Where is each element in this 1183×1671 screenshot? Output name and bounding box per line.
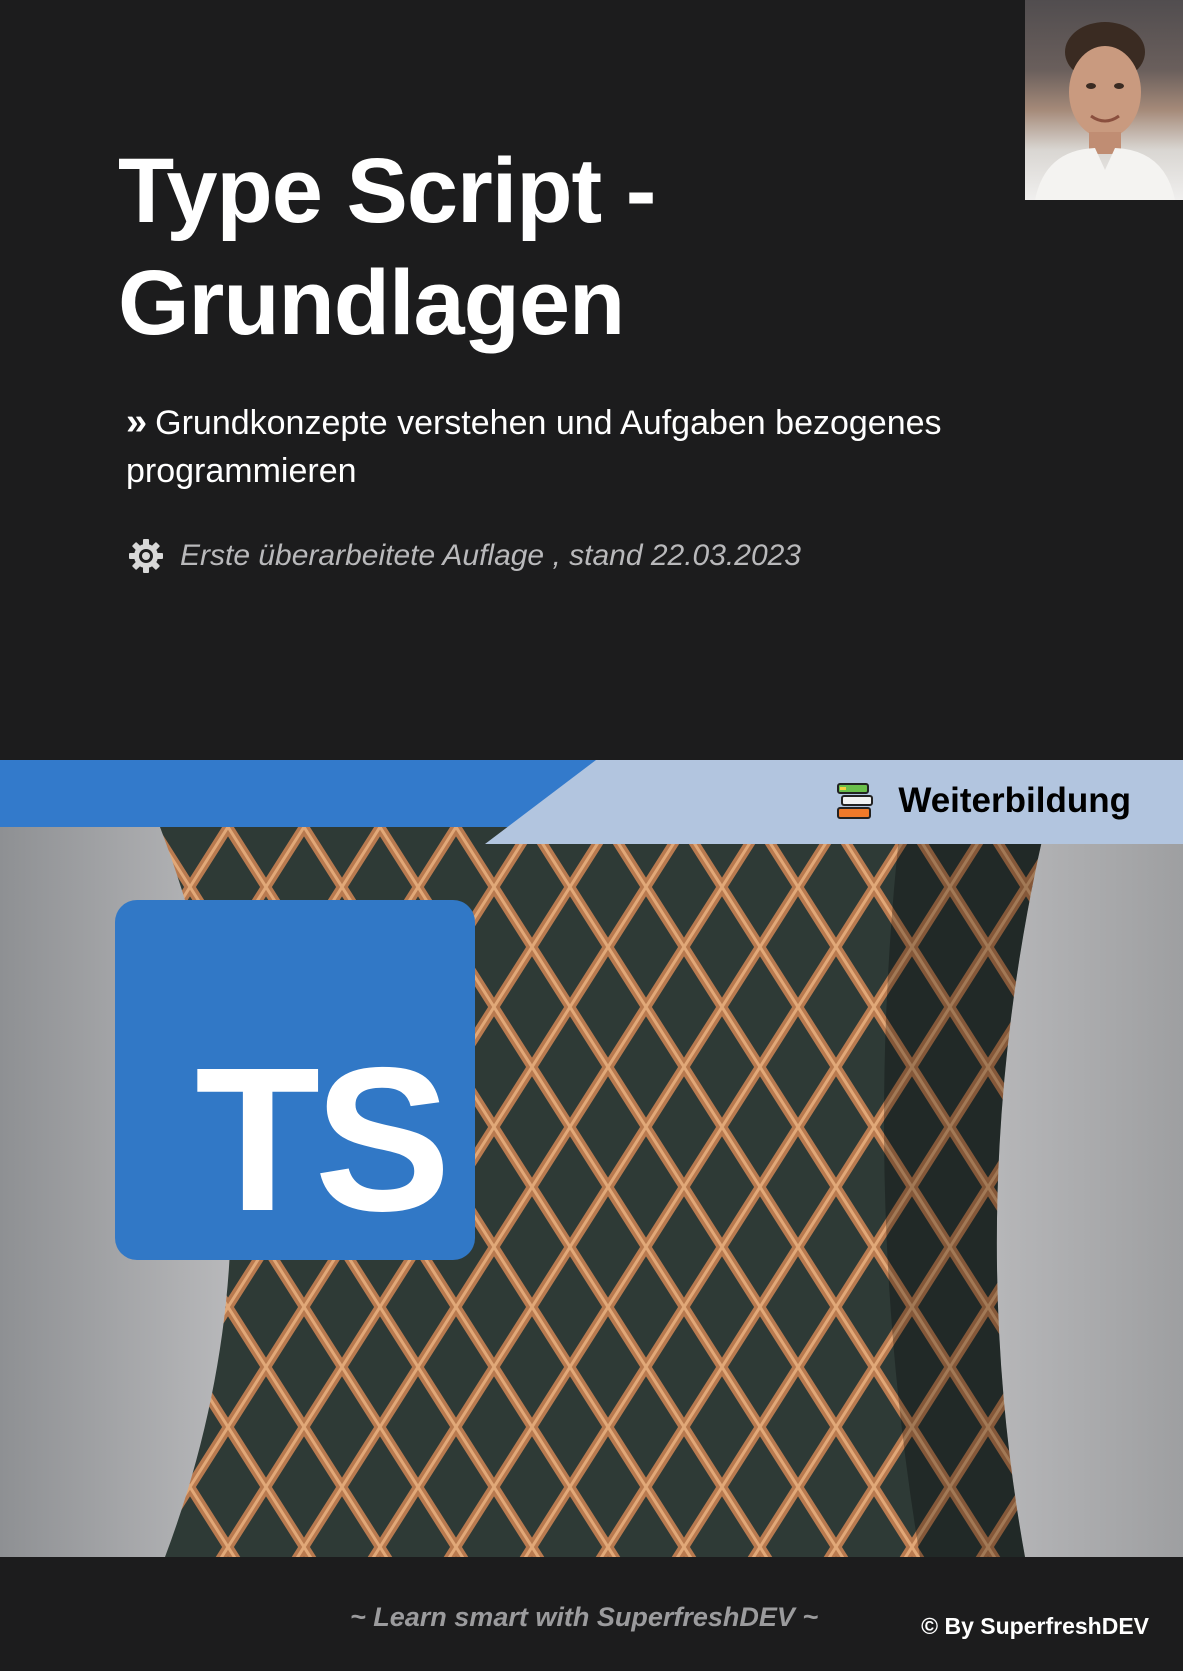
edition-text: Erste überarbeitete Auflage , stand 22.0… xyxy=(180,539,801,572)
books-icon xyxy=(837,783,874,819)
category-banner: Weiterbildung xyxy=(836,781,1131,821)
cover-subtitle: » Grundkonzepte verstehen und Aufgaben be… xyxy=(126,398,1006,495)
category-label: Weiterbildung xyxy=(898,781,1131,820)
cover-header xyxy=(0,0,1183,760)
typescript-logo: TS xyxy=(115,900,475,1260)
subtitle-text: Grundkonzepte verstehen und Aufgaben bez… xyxy=(126,404,942,490)
footer-copyright: © By SuperfreshDEV xyxy=(921,1613,1149,1639)
subtitle-marker: » xyxy=(126,401,148,443)
author-photo xyxy=(1025,0,1183,200)
footer-tagline: ~ Learn smart with SuperfreshDEV ~ xyxy=(350,1602,819,1632)
gear-icon xyxy=(129,539,163,573)
edition-line: Erste überarbeitete Auflage , stand 22.0… xyxy=(128,536,801,576)
cover-title: Type Script - Grundlagen xyxy=(118,140,656,354)
logo-text: TS xyxy=(195,1025,451,1254)
